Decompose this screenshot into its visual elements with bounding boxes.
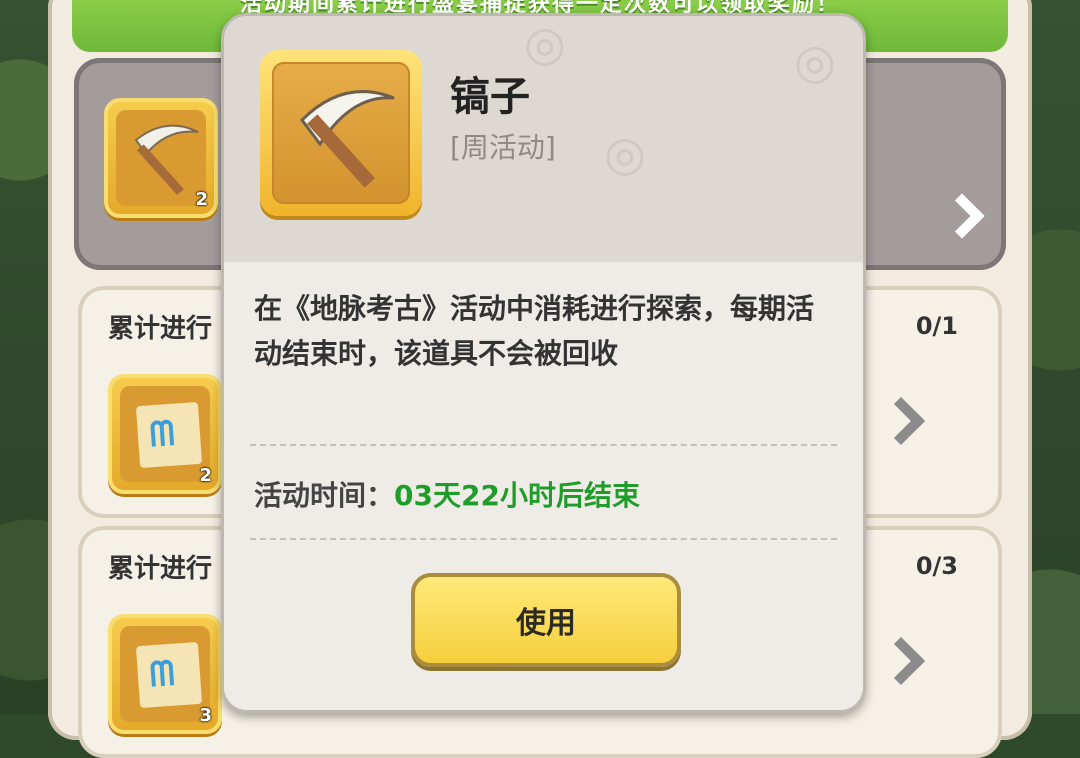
treasure-map-icon: ᗰ xyxy=(135,641,203,709)
reward-count: 3 xyxy=(199,705,212,726)
divider xyxy=(250,444,837,446)
reward-slot[interactable]: ᗰ 3 xyxy=(108,614,222,734)
swirl-deco-icon: ◎ xyxy=(524,16,566,72)
task-title: 累计进行 xyxy=(108,554,213,584)
event-time: 活动时间：03天22小时后结束 xyxy=(254,474,640,514)
event-time-label: 活动时间： xyxy=(254,479,395,512)
item-description: 在《地脉考古》活动中消耗进行探索，每期活动结束时，该道具不会被回收 xyxy=(254,292,815,370)
event-item-slot[interactable]: 2 xyxy=(104,98,218,218)
task-title: 累计进行 xyxy=(108,314,213,344)
pickaxe-icon xyxy=(116,110,206,206)
chevron-right-icon[interactable] xyxy=(876,396,926,446)
task-progress: 0/3 xyxy=(915,552,958,580)
chevron-right-icon[interactable] xyxy=(939,193,985,239)
item-frame xyxy=(260,50,422,216)
task-progress: 0/1 xyxy=(915,312,958,340)
item-detail-modal: ◎ ◎ ◎ 镐子 [周活动] 在《地脉考古》活动中消耗进行探索，每期活动结束时，… xyxy=(221,13,866,713)
modal-body: 在《地脉考古》活动中消耗进行探索，每期活动结束时，该道具不会被回收 活动时间：0… xyxy=(224,262,863,710)
divider xyxy=(250,538,837,540)
pickaxe-icon xyxy=(272,62,410,204)
item-tag: [周活动] xyxy=(450,131,556,164)
swirl-deco-icon: ◎ xyxy=(794,34,836,90)
swirl-deco-icon: ◎ xyxy=(604,126,646,182)
item-name: 镐子 xyxy=(450,74,530,120)
chevron-right-icon[interactable] xyxy=(876,636,926,686)
treasure-map-icon: ᗰ xyxy=(135,401,203,469)
reward-count: 2 xyxy=(199,465,212,486)
modal-header: ◎ ◎ ◎ 镐子 [周活动] xyxy=(224,16,863,262)
use-button[interactable]: 使用 xyxy=(411,573,681,667)
reward-slot[interactable]: ᗰ 2 xyxy=(108,374,222,494)
event-item-count: 2 xyxy=(195,189,208,210)
event-time-value: 03天22小时后结束 xyxy=(394,479,640,512)
